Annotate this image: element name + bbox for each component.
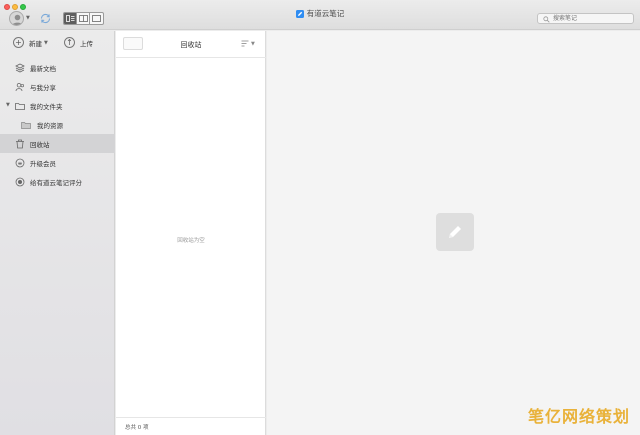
sidebar-item-my-resources[interactable]: 我的资源 [0,115,115,134]
folder-icon [21,121,31,129]
new-label: 新建 [29,39,42,48]
title-bar: ▼ 有道云笔记 搜索笔记 [0,0,640,30]
sidebar-item-label: 给有道云笔记评分 [30,178,82,187]
layers-icon [15,63,25,72]
search-icon [543,15,550,23]
sidebar-item-label: 回收站 [30,140,50,149]
sort-icon [241,40,249,47]
plus-icon: + [13,37,24,48]
item-count: 总共 0 项 [125,425,149,431]
upload-button[interactable]: ↑ 上传 [64,37,93,48]
search-box [537,13,634,24]
sidebar-item-label: 最新文档 [30,64,56,73]
editor-placeholder [436,213,474,251]
sidebar-item-label: 我的资源 [37,121,63,130]
editor-pane [267,31,640,435]
sort-button[interactable]: ▼ [241,40,255,47]
sidebar-item-label: 与我分享 [30,83,56,92]
sidebar-actions: + 新建 ▼ ↑ 上传 [0,31,115,55]
chevron-down-icon: ▼ [44,39,48,46]
rating-icon [15,177,25,186]
trash-icon [16,139,24,148]
app-title: 有道云笔记 [306,9,345,18]
sidebar-nav: 最新文档 与我分享 ▼ 我的文件夹 我的资源 回收站 升级会员 给有道云笔记评分 [0,58,115,191]
chevron-down-icon: ▼ [251,40,255,47]
sidebar-item-trash[interactable]: 回收站 [0,134,115,153]
sidebar-item-label: 升级会员 [30,159,56,168]
new-note-button[interactable]: + 新建 ▼ [13,37,48,48]
disclosure-triangle-icon[interactable]: ▼ [6,102,10,108]
upload-label: 上传 [80,39,93,48]
sidebar-item-upgrade[interactable]: 升级会员 [0,153,115,172]
people-icon [15,82,24,91]
folder-icon [15,102,25,110]
app-logo-icon [295,9,304,18]
empty-state-text: 回收站为空 [177,238,205,244]
sidebar-item-latest[interactable]: 最新文档 [0,58,115,77]
sidebar-item-shared[interactable]: 与我分享 [0,77,115,96]
watermark-text: 笔亿网络策划 [527,407,630,426]
search-input[interactable] [553,14,627,23]
sidebar-item-rate[interactable]: 给有道云笔记评分 [0,172,115,191]
sidebar-item-label: 我的文件夹 [30,102,63,111]
note-list-footer: 总共 0 项 [116,417,266,435]
note-list: 回收站 ▼ 回收站为空 总共 0 项 [116,31,266,435]
note-list-header: 回收站 ▼ [116,31,266,58]
sidebar-item-my-folders[interactable]: ▼ 我的文件夹 [0,96,115,115]
upload-icon: ↑ [64,37,75,48]
sidebar: + 新建 ▼ ↑ 上传 最新文档 与我分享 ▼ 我的文件夹 我的资源 回收站 升… [0,31,115,435]
member-icon [15,158,25,167]
edit-pencil-icon [449,226,461,238]
